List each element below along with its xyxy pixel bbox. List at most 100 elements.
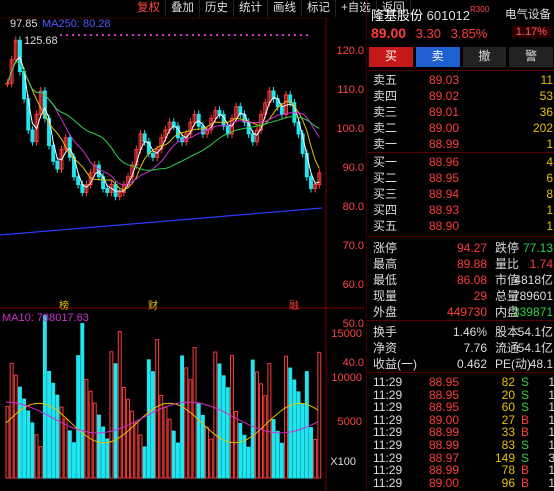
volume-bar (292, 379, 297, 479)
ask-row[interactable]: 卖四 89.02 53 (367, 88, 554, 104)
volume-bar (88, 390, 93, 479)
bid-row[interactable]: 买二 88.95 6 (367, 170, 554, 186)
marker-dot (240, 34, 242, 36)
volume-bar (9, 362, 14, 479)
price-axis-label: 120.0 (336, 45, 364, 57)
ask-row[interactable]: 卖三 89.01 36 (367, 104, 554, 120)
volume-bar (163, 406, 168, 479)
marker-dot (264, 34, 266, 36)
volume-bar (246, 446, 251, 479)
stat-label: 现量 (373, 289, 398, 303)
sector-name[interactable]: 电气设备 (505, 6, 551, 22)
marker-dot (132, 34, 134, 36)
statistics-button[interactable]: 统计 (234, 0, 268, 17)
event-mark-finance[interactable]: 财 (148, 297, 158, 312)
stat-label: 量比 (495, 257, 520, 271)
candle-body (217, 110, 222, 115)
marker-dot (144, 34, 146, 36)
event-mark-margin[interactable]: 融 (289, 297, 299, 312)
volume-bar (72, 442, 76, 479)
stat-label: 换手 (373, 325, 398, 339)
bid-price: 88.94 (429, 187, 460, 201)
ask-volume: 1 (546, 137, 553, 151)
bid-price: 88.95 (429, 171, 460, 185)
bid-volume: 6 (546, 171, 553, 185)
price-axis-label: 90.0 (342, 162, 364, 174)
stat-row: 换手 1.46% 股本 54.1亿 (367, 324, 554, 340)
ask-row[interactable]: 卖一 88.99 1 (367, 136, 554, 152)
stat-value: 7.76 (463, 341, 487, 355)
alert-button[interactable]: 警 (509, 47, 553, 67)
bid-label: 买五 (373, 219, 398, 233)
ma250-line (0, 207, 323, 236)
volume-bar (146, 359, 151, 479)
volume-bar (300, 403, 305, 479)
marker-dot (276, 34, 278, 36)
volume-bar (296, 391, 301, 479)
volume-bar (113, 363, 118, 479)
bid-volume: 4 (546, 155, 553, 169)
volume-bar (175, 442, 180, 479)
marker-dot (294, 34, 296, 36)
volume-axis-label: X100 (330, 456, 356, 468)
volume-bar (196, 402, 201, 479)
kline-chart-area[interactable]: 复权 叠加 历史 统计 画线 标记 +自选 返回 97.85 MA250: 80… (0, 0, 411, 491)
volume-bar (117, 331, 122, 479)
ma20-line (7, 60, 320, 186)
ask-row[interactable]: 卖五 89.03 11 (367, 72, 554, 88)
marker-dot (150, 34, 152, 36)
marker-dot (126, 34, 128, 36)
bid-row[interactable]: 买三 88.94 8 (367, 186, 554, 202)
event-mark-rank[interactable]: 榜 (59, 297, 69, 312)
stat-value: 449730 (446, 305, 487, 319)
stat-label: 最低 (373, 273, 398, 287)
sell-button[interactable]: 卖 (415, 47, 460, 67)
volume-bar (121, 386, 126, 479)
volume-bar (22, 398, 27, 479)
buy-button[interactable]: 买 (369, 47, 413, 67)
candle-body (309, 176, 313, 190)
volume-bar (317, 351, 322, 479)
stat-label: 收益(一) (373, 357, 417, 371)
candlestick-chart[interactable] (0, 0, 365, 491)
bid-label: 买一 (373, 155, 398, 169)
bid-label: 买三 (373, 187, 398, 201)
volume-bar (259, 383, 264, 479)
marker-dot (210, 34, 212, 36)
stat-label: PE(动) (495, 357, 532, 371)
price-axis-label: 60.0 (342, 279, 364, 291)
ask-volume: 36 (539, 105, 553, 119)
volume-bar (30, 422, 35, 479)
stat-value: 4818亿 (514, 273, 553, 287)
bid-row[interactable]: 买四 88.93 1 (367, 202, 554, 218)
volume-bar (263, 395, 268, 479)
ma250-legend: MA250: 80.28 (42, 18, 111, 30)
stat-value: 54.1亿 (517, 341, 553, 355)
volume-bar (271, 419, 276, 479)
tick-row[interactable]: 11:29 89.00 96 B 1 (367, 476, 554, 490)
volume-bar (209, 438, 214, 479)
draw-line-button[interactable]: 画线 (268, 0, 302, 17)
marker-dot (120, 34, 122, 36)
volume-axis-label: 10000 (331, 372, 362, 384)
price-axis-label: 40.0 (342, 357, 364, 369)
overlay-button[interactable]: 叠加 (166, 0, 200, 17)
volume-bar (38, 446, 43, 479)
ask-row[interactable]: 卖二 89.00 202 (367, 120, 554, 136)
adjust-rights-button[interactable]: 复权 (132, 0, 166, 17)
volume-bar (126, 398, 130, 479)
marker-dot (174, 34, 176, 36)
candle-body (250, 133, 255, 143)
bid-row[interactable]: 买五 88.90 1 (367, 218, 554, 234)
volume-bar (279, 442, 284, 479)
volume-bar (288, 367, 293, 479)
volume-bar (76, 355, 81, 479)
cancel-order-button[interactable]: 撤 (462, 47, 507, 67)
volume-bar (192, 347, 197, 479)
volume-bar (188, 379, 193, 479)
candle-body (279, 106, 284, 115)
bid-row[interactable]: 买一 88.96 4 (367, 154, 554, 170)
marker-dot (204, 34, 206, 36)
mark-button[interactable]: 标记 (302, 0, 336, 17)
history-button[interactable]: 历史 (200, 0, 234, 17)
